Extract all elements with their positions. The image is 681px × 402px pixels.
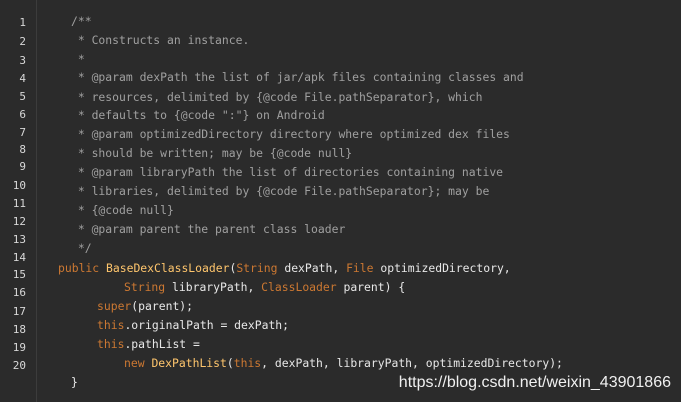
code-line: this.originalPath = dexPath; (97, 318, 290, 332)
code-line: */ (71, 241, 92, 255)
code-line: * @param libraryPath the list of directo… (71, 165, 504, 179)
code-line: * @param optimizedDirectory directory wh… (71, 127, 510, 141)
code-line: } (71, 375, 78, 389)
code-line: * {@code null} (71, 203, 174, 217)
watermark: https://blog.csdn.net/weixin_43901866 (398, 374, 671, 391)
code-area[interactable]: /** * Constructs an instance. * * @param… (0, 0, 681, 402)
code-line: * @param dexPath the list of jar/apk fil… (71, 70, 524, 84)
code-line: * resources, delimited by {@code File.pa… (71, 90, 483, 104)
keyword: public (58, 261, 100, 275)
code-editor: 1 2 3 4 5 6 7 8 9 10 11 12 13 14 15 16 1… (0, 0, 681, 402)
constructor-name: BaseDexClassLoader (106, 261, 230, 275)
type-name: String (124, 280, 166, 294)
keyword: this (233, 356, 262, 370)
code-line: * Constructs an instance. (71, 33, 250, 47)
class-name: DexPathList (151, 356, 227, 370)
keyword: super (97, 299, 132, 313)
code-line: * libraries, delimited by {@code File.pa… (71, 184, 490, 198)
keyword: new (124, 356, 145, 370)
type-name: String (236, 261, 278, 275)
code-line: super(parent); (97, 299, 194, 313)
code-line: String libraryPath, ClassLoader parent) … (124, 280, 406, 294)
keyword: this (97, 318, 125, 332)
code-line: * @param parent the parent class loader (71, 222, 346, 236)
code-line: new DexPathList(this, dexPath, libraryPa… (124, 356, 563, 370)
type-name: File (346, 261, 374, 275)
code-line: * defaults to {@code ":"} on Android (71, 108, 325, 122)
code-line: * should be written; may be {@code null} (71, 146, 353, 160)
type-name: ClassLoader (261, 280, 337, 294)
keyword: this (97, 337, 125, 351)
code-line: this.pathList = (97, 337, 200, 351)
code-line: * (71, 52, 85, 66)
constructor-signature-line: public BaseDexClassLoader(String dexPath… (58, 261, 511, 275)
code-line: /** (71, 14, 92, 28)
